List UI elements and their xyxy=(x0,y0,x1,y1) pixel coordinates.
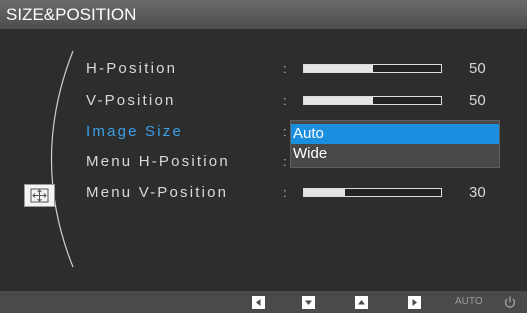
v-position-value: 50 xyxy=(469,92,486,109)
image-size-dropdown[interactable]: Auto Wide xyxy=(290,120,500,168)
menu-item-label: Image Size xyxy=(86,123,184,140)
slider-fill xyxy=(304,65,373,72)
h-position-slider[interactable] xyxy=(303,64,442,73)
menu-item-label: H-Position xyxy=(86,60,178,77)
menu-item-h-position[interactable]: H-Position : 50 xyxy=(0,55,527,83)
menu-item-label: Menu V-Position xyxy=(86,184,229,201)
title-bar: SIZE&POSITION xyxy=(0,0,527,29)
separator: : xyxy=(283,61,287,76)
separator: : xyxy=(283,93,287,108)
menu-item-label: V-Position xyxy=(86,92,176,109)
menu-title: SIZE&POSITION xyxy=(6,5,137,24)
separator: : xyxy=(283,124,287,139)
separator: : xyxy=(283,154,287,169)
menu-item-v-position[interactable]: V-Position : 50 xyxy=(0,87,527,115)
left-arrow-icon[interactable] xyxy=(252,296,265,309)
down-arrow-icon[interactable] xyxy=(302,296,315,309)
separator: : xyxy=(283,185,287,200)
h-position-value: 50 xyxy=(469,60,486,77)
menu-v-position-value: 30 xyxy=(469,184,486,201)
menu-item-menu-v-position[interactable]: Menu V-Position : 30 xyxy=(0,179,527,207)
option-wide[interactable]: Wide xyxy=(291,144,499,164)
menu-item-label: Menu H-Position xyxy=(86,153,230,170)
option-auto[interactable]: Auto xyxy=(291,124,499,144)
slider-fill xyxy=(304,189,346,196)
power-icon[interactable] xyxy=(503,295,517,309)
up-arrow-icon[interactable] xyxy=(355,296,368,309)
osd-button-bar: AUTO xyxy=(0,291,527,313)
v-position-slider[interactable] xyxy=(303,96,442,105)
enter-icon[interactable] xyxy=(408,296,421,309)
auto-button[interactable]: AUTO xyxy=(455,294,483,310)
slider-fill xyxy=(304,97,373,104)
menu-v-position-slider[interactable] xyxy=(303,188,442,197)
